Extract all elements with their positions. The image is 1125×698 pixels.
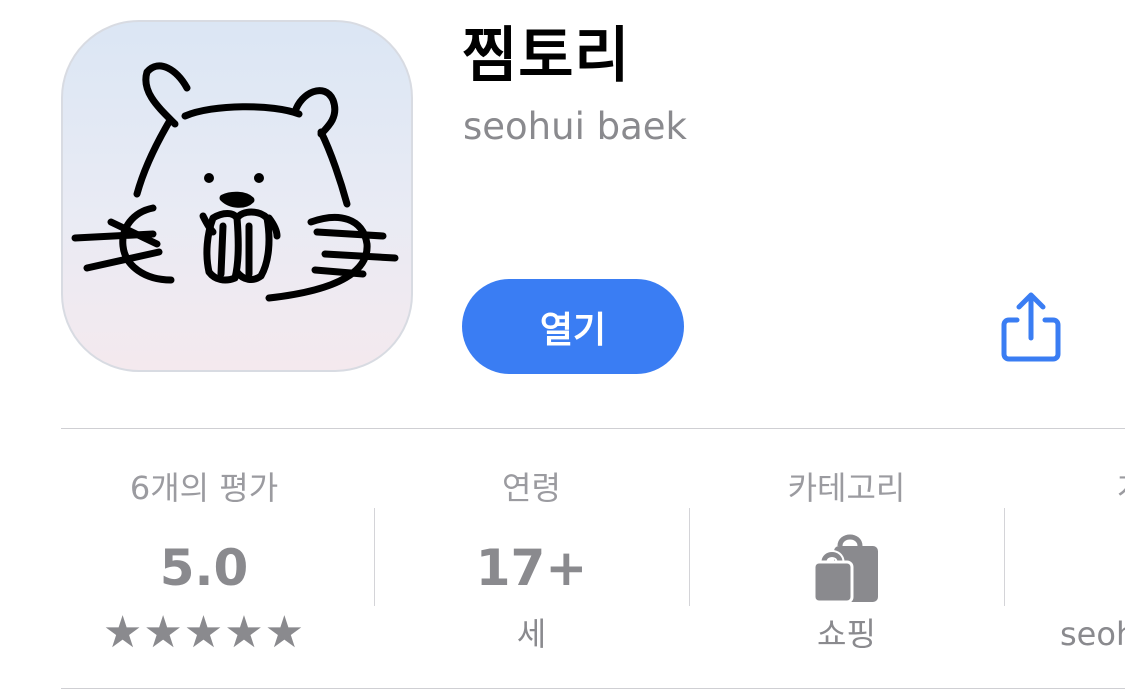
age-unit: 세: [516, 615, 547, 653]
share-icon: [1001, 292, 1061, 362]
category-label: 카테고리: [787, 469, 906, 507]
beaver-face-illustration: [71, 62, 399, 302]
shopping-bag-icon: [812, 528, 880, 608]
top-divider: [61, 428, 1125, 429]
developer-link[interactable]: seohui baek: [463, 104, 687, 150]
category-name: 쇼핑: [817, 615, 876, 653]
age-info[interactable]: 연령 17+ 세: [374, 458, 689, 668]
ratings-info[interactable]: 6개의 평가 5.0 ★★★★★: [48, 458, 360, 668]
developer-name: seoh: [1060, 615, 1125, 653]
ratings-label: 6개의 평가: [129, 469, 279, 507]
age-label: 연령: [502, 469, 561, 507]
developer-info[interactable]: 개 seoh: [1004, 458, 1125, 668]
rating-value: 5.0: [159, 539, 249, 597]
rating-stars: ★★★★★: [102, 607, 306, 658]
developer-label: 개: [1117, 468, 1125, 508]
open-button[interactable]: 열기: [462, 279, 684, 374]
app-icon: [61, 20, 413, 372]
category-info[interactable]: 카테고리 쇼핑: [689, 458, 1004, 668]
bottom-divider: [61, 688, 1125, 689]
age-value: 17+: [475, 539, 588, 597]
app-title: 찜토리: [462, 21, 631, 91]
share-button[interactable]: [995, 290, 1067, 370]
